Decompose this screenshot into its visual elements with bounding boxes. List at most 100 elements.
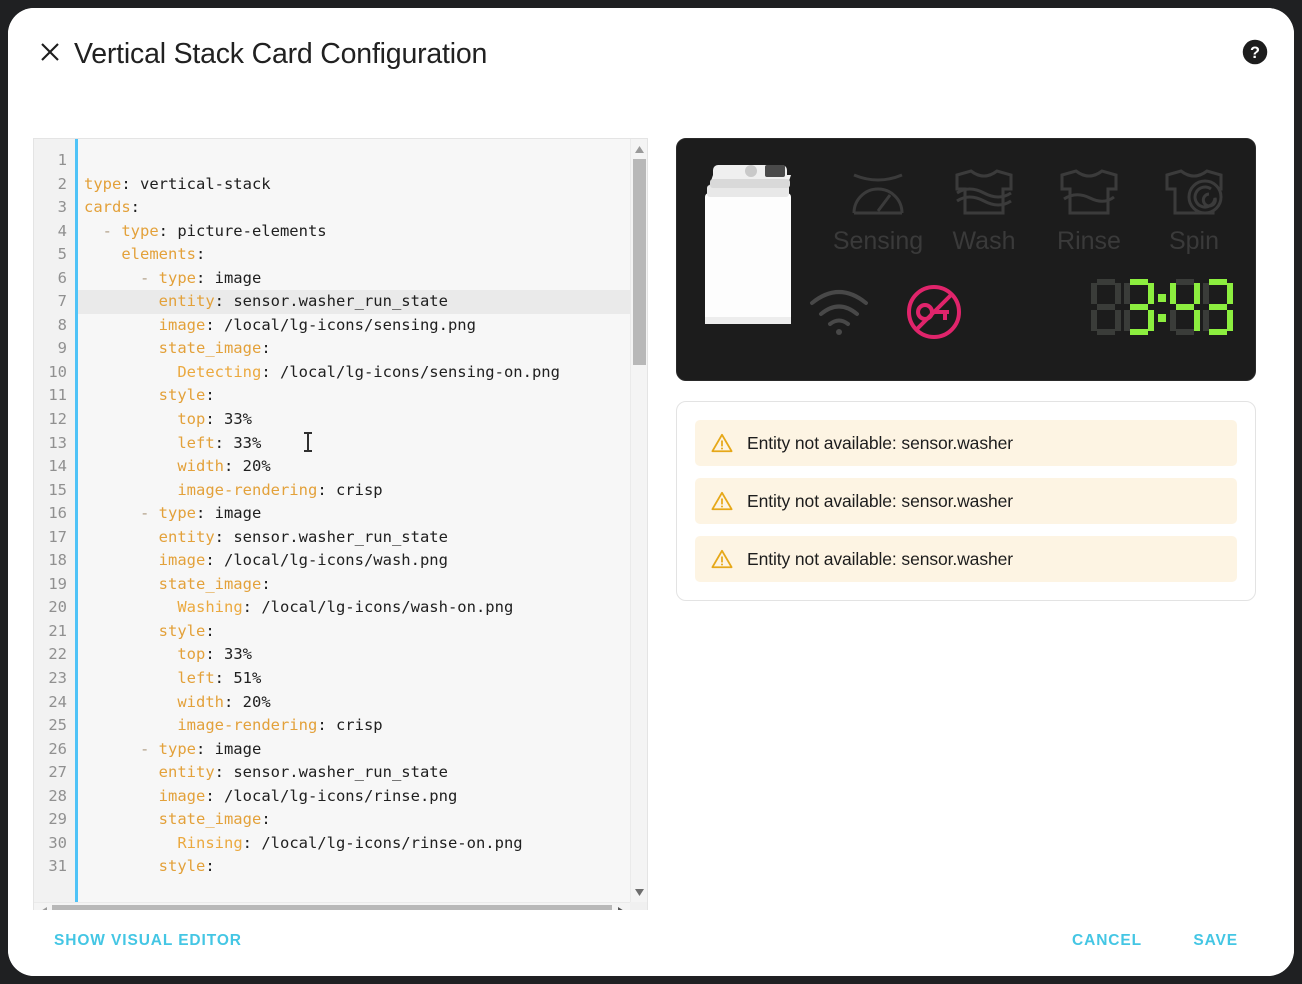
code-line[interactable]: style:	[78, 384, 630, 408]
code-line[interactable]: style:	[78, 855, 630, 879]
code-line[interactable]: width: 20%	[78, 455, 630, 479]
code-token: :	[261, 339, 271, 358]
line-number: 10	[48, 362, 67, 381]
code-token: : picture-elements	[158, 221, 327, 240]
seg-colon	[1157, 279, 1167, 335]
code-line[interactable]: image-rendering: crisp	[78, 714, 630, 738]
code-token: :	[261, 574, 271, 593]
cancel-button[interactable]: CANCEL	[1064, 924, 1150, 958]
card-preview: Sensing Wash Rinse Spin Entity not avail…	[676, 138, 1258, 601]
rinse-shirt-icon	[1030, 163, 1148, 225]
code-line[interactable]: Detecting: /local/lg-icons/sensing-on.pn…	[78, 361, 630, 385]
code-line[interactable]: Rinsing: /local/lg-icons/rinse-on.png	[78, 832, 630, 856]
warning-text: Entity not available: sensor.washer	[747, 490, 1013, 511]
show-visual-editor-button[interactable]: SHOW VISUAL EDITOR	[46, 924, 250, 958]
code-token: style	[158, 621, 206, 640]
code-line[interactable]: left: 51%	[78, 667, 630, 691]
line-number: 4	[57, 221, 67, 240]
code-line[interactable]: top: 33%	[78, 408, 630, 432]
code-line[interactable]: width: 20%	[78, 691, 630, 715]
code-line[interactable]: - type: image	[78, 502, 630, 526]
code-line[interactable]: style:	[78, 620, 630, 644]
svg-text:?: ?	[1250, 44, 1260, 62]
line-number: 3	[57, 198, 67, 217]
code-line[interactable]: left: 33%	[78, 432, 630, 456]
code-token: Detecting	[177, 362, 262, 381]
code-token: width	[177, 692, 224, 711]
warning-row: Entity not available: sensor.washer	[695, 536, 1237, 582]
code-token: : 33%	[205, 645, 252, 664]
code-token: :	[205, 857, 215, 876]
cycle-sensing: Sensing	[819, 163, 937, 256]
warning-row: Entity not available: sensor.washer	[695, 420, 1237, 466]
code-token: : /local/lg-icons/wash.png	[205, 551, 448, 570]
code-line[interactable]: state_image:	[78, 808, 630, 832]
line-number: 23	[48, 669, 67, 688]
code-token: : sensor.washer_run_state	[214, 527, 448, 546]
editor-line-number-gutter: 1 2 3 4 5 6 7 8 9 10 11 12 13 14 15 16 17 18 19 20 21 22 23 24 2…	[34, 139, 75, 919]
code-token: image	[158, 315, 206, 334]
code-token: : /local/lg-icons/sensing.png	[205, 315, 476, 334]
time-remaining-display	[1091, 279, 1233, 335]
wifi-icon	[810, 290, 868, 335]
code-line[interactable]: cards:	[78, 196, 630, 220]
code-token: image-rendering	[177, 716, 318, 735]
code-line[interactable]: - type: image	[78, 267, 630, 291]
close-icon[interactable]	[30, 32, 70, 72]
code-line[interactable]: entity: sensor.washer_run_state	[78, 526, 630, 550]
entity-warnings-card: Entity not available: sensor.washer Enti…	[676, 401, 1256, 601]
line-number: 6	[57, 268, 67, 287]
code-line[interactable]: image: /local/lg-icons/sensing.png	[78, 314, 630, 338]
line-number: 25	[48, 716, 67, 735]
code-line[interactable]: state_image:	[78, 573, 630, 597]
code-token: left	[177, 433, 215, 452]
code-line[interactable]: elements:	[78, 243, 630, 267]
code-line[interactable]: - type: picture-elements	[78, 220, 630, 244]
line-number: 26	[48, 739, 67, 758]
editor-vertical-scrollbar[interactable]	[630, 139, 647, 902]
editor-scroll-up-arrow-icon[interactable]	[631, 141, 647, 157]
code-line[interactable]: image-rendering: crisp	[78, 479, 630, 503]
code-token: : 33%	[214, 433, 262, 452]
code-token: style	[158, 857, 206, 876]
help-circle-icon[interactable]: ?	[1239, 36, 1271, 68]
cycle-rinse: Rinse	[1030, 163, 1148, 256]
warning-triangle-icon	[711, 433, 733, 453]
code-token: : 33%	[205, 410, 252, 429]
code-line[interactable]: entity: sensor.washer_run_state	[78, 290, 630, 314]
code-line[interactable]: image: /local/lg-icons/rinse.png	[78, 785, 630, 809]
code-token: :	[205, 386, 215, 405]
code-line[interactable]: entity: sensor.washer_run_state	[78, 761, 630, 785]
code-token: image	[158, 786, 206, 805]
code-line[interactable]: Washing: /local/lg-icons/wash-on.png	[78, 596, 630, 620]
line-number: 7	[57, 292, 67, 311]
editor-scroll-down-arrow-icon[interactable]	[631, 884, 647, 900]
code-token: : 20%	[224, 457, 271, 476]
code-line[interactable]: - type: image	[78, 738, 630, 762]
code-line[interactable]: state_image:	[78, 337, 630, 361]
seg-digit-4	[1203, 279, 1233, 335]
code-token: :	[195, 245, 206, 264]
yaml-code-editor[interactable]: 1 2 3 4 5 6 7 8 9 10 11 12 13 14 15 16 17 18 19 20 21 22 23 24 2…	[33, 138, 648, 920]
line-number: 19	[48, 574, 67, 593]
seg-digit-1	[1091, 279, 1121, 335]
code-line[interactable]: image: /local/lg-icons/wash.png	[78, 549, 630, 573]
code-line[interactable]: type: vertical-stack	[78, 173, 630, 197]
code-line[interactable]	[78, 149, 630, 173]
editor-code-content[interactable]: type: vertical-stack cards: - type: pictu…	[78, 139, 630, 919]
warning-triangle-icon	[711, 549, 733, 569]
code-line[interactable]: top: 33%	[78, 643, 630, 667]
line-number: 18	[48, 551, 67, 570]
save-button[interactable]: SAVE	[1185, 924, 1246, 958]
line-number: 2	[57, 174, 67, 193]
washer-status-card[interactable]: Sensing Wash Rinse Spin	[676, 138, 1256, 381]
code-token: top	[177, 645, 206, 664]
code-token: : sensor.washer_run_state	[214, 763, 448, 782]
editor-vertical-scrollbar-thumb[interactable]	[633, 159, 646, 365]
